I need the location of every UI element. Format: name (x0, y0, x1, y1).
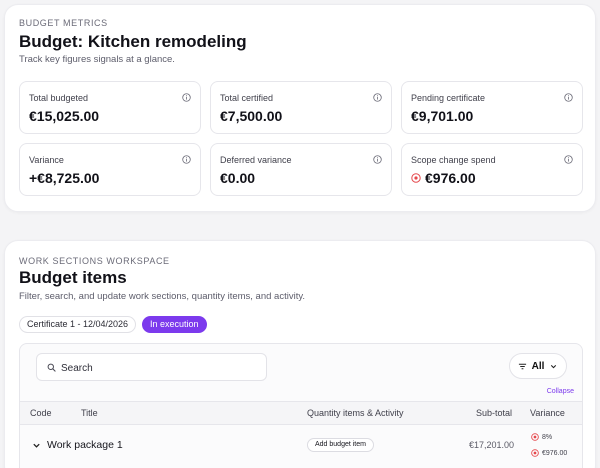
metric-label: Variance (29, 155, 64, 165)
chevron-down-icon[interactable] (32, 441, 41, 450)
warning-icon (531, 449, 539, 457)
metric-value: €7,500.00 (220, 108, 282, 124)
chevron-down-icon (551, 364, 557, 368)
column-header-subtotal[interactable]: Sub-total (476, 408, 512, 418)
metric-variance: Variance +€8,725.00 (19, 143, 201, 196)
column-header-variance[interactable]: Variance (530, 408, 565, 418)
metric-value: €976.00 (411, 170, 476, 186)
page-title: Budget: Kitchen remodeling (19, 32, 247, 51)
search-icon (47, 363, 56, 372)
variance-percent-text: 8% (542, 433, 553, 441)
metrics-eyebrow: BUDGET METRICS (19, 18, 108, 28)
info-icon[interactable] (564, 93, 573, 102)
metric-value: €0.00 (220, 170, 255, 186)
status-chip[interactable]: In execution (142, 316, 207, 333)
search-box[interactable] (36, 353, 267, 381)
metric-value: +€8,725.00 (29, 170, 99, 186)
metrics-subtitle: Track key figures signals at a glance. (19, 54, 175, 65)
info-icon[interactable] (564, 155, 573, 164)
metric-scope-change-spend: Scope change spend €976.00 (401, 143, 583, 196)
search-input[interactable] (61, 360, 261, 376)
filter-icon (518, 363, 526, 369)
collapse-link[interactable]: Collapse (547, 388, 574, 395)
metric-value-text: €0.00 (220, 170, 256, 186)
metric-total-budgeted: Total budgeted €15,025.00 (19, 81, 201, 134)
metric-value-text: €7,500.00 (220, 108, 283, 124)
section-title: Budget items (19, 268, 127, 287)
metric-label: Scope change spend (411, 155, 496, 165)
info-icon[interactable] (373, 155, 382, 164)
metric-label: Deferred variance (220, 155, 292, 165)
metric-grid: Total budgeted €15,025.00 Total certifie… (19, 81, 583, 196)
budget-metrics-card: BUDGET METRICS Budget: Kitchen remodelin… (4, 4, 596, 212)
metric-value-text: €976.00 (425, 170, 476, 186)
add-budget-item-button[interactable]: Add budget item (307, 438, 374, 452)
variance-amount: €976.00 (531, 449, 567, 457)
metric-value-text: €15,025.00 (29, 108, 100, 124)
info-icon[interactable] (182, 155, 191, 164)
budget-items-card: WORK SECTIONS WORKSPACE Budget items Fil… (4, 240, 596, 468)
column-header-quantity-activity[interactable]: Quantity items & Activity (307, 408, 404, 418)
info-icon[interactable] (373, 93, 382, 102)
certificate-chip[interactable]: Certificate 1 - 12/04/2026 (19, 316, 137, 333)
filter-label: All (531, 360, 545, 372)
metric-value: €9,701.00 (411, 108, 473, 124)
warning-icon (411, 173, 421, 183)
metric-label: Total certified (220, 93, 274, 103)
column-header-code[interactable]: Code (30, 408, 52, 418)
budget-items-table: All Collapse Code Title Quantity items &… (19, 343, 583, 468)
metric-pending-certificate: Pending certificate €9,701.00 (401, 81, 583, 134)
table-header: Code Title Quantity items & Activity Sub… (20, 401, 582, 425)
metric-label: Total budgeted (29, 93, 89, 103)
workspace-eyebrow: WORK SECTIONS WORKSPACE (19, 256, 170, 266)
metric-deferred-variance: Deferred variance €0.00 (210, 143, 392, 196)
metric-total-certified: Total certified €7,500.00 (210, 81, 392, 134)
metric-label: Pending certificate (411, 93, 486, 103)
row-subtotal: €17,201.00 (468, 440, 514, 450)
row-title: Work package 1 (47, 439, 123, 451)
workspace-subtitle: Filter, search, and update work sections… (19, 291, 306, 302)
metric-value-text: €9,701.00 (411, 108, 474, 124)
table-row[interactable]: Work package 1 Add budget item €17,201.0… (20, 425, 582, 465)
filter-button[interactable]: All (509, 353, 567, 379)
metric-value: €15,025.00 (29, 108, 99, 124)
warning-icon (531, 433, 539, 441)
variance-amount-text: €976.00 (542, 449, 568, 457)
column-header-title[interactable]: Title (81, 408, 98, 418)
variance-percent: 8% (531, 433, 552, 441)
metric-value-text: +€8,725.00 (29, 170, 100, 186)
info-icon[interactable] (182, 93, 191, 102)
